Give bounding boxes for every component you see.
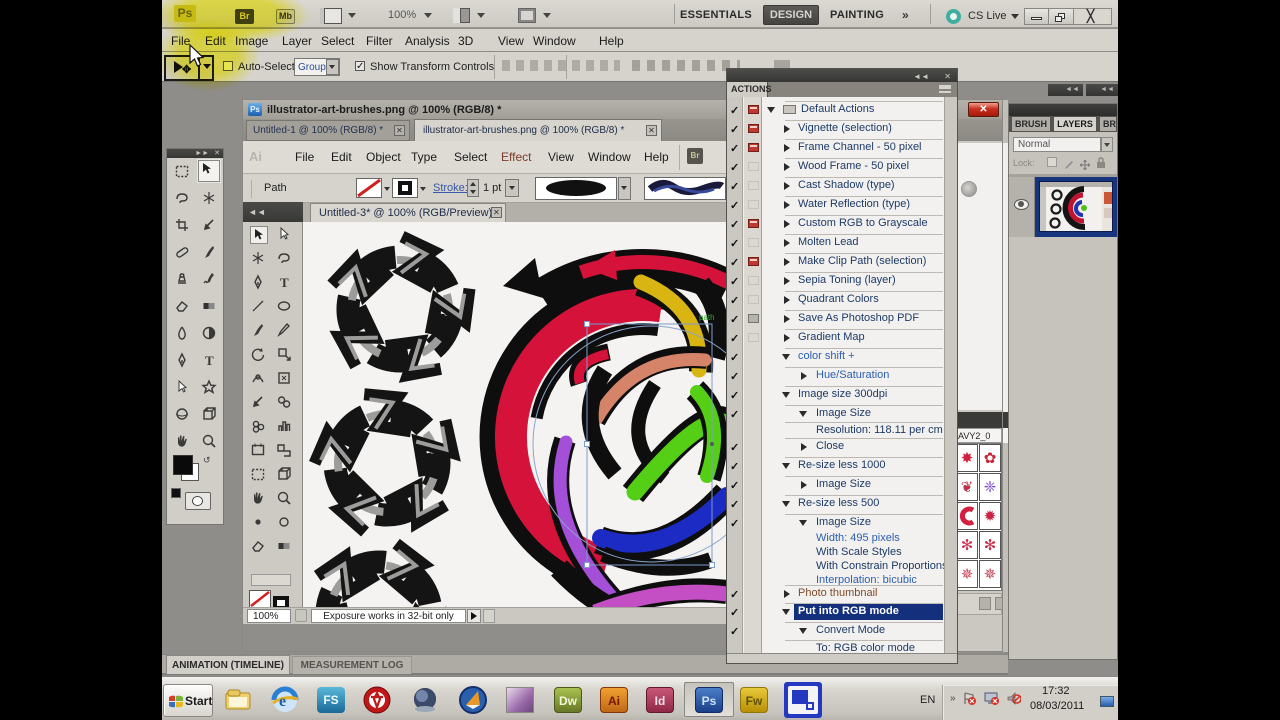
- svg-text:path: path: [699, 313, 715, 322]
- svg-text:e: e: [279, 693, 286, 710]
- svg-text:T: T: [205, 353, 214, 368]
- svg-text:T: T: [280, 275, 289, 290]
